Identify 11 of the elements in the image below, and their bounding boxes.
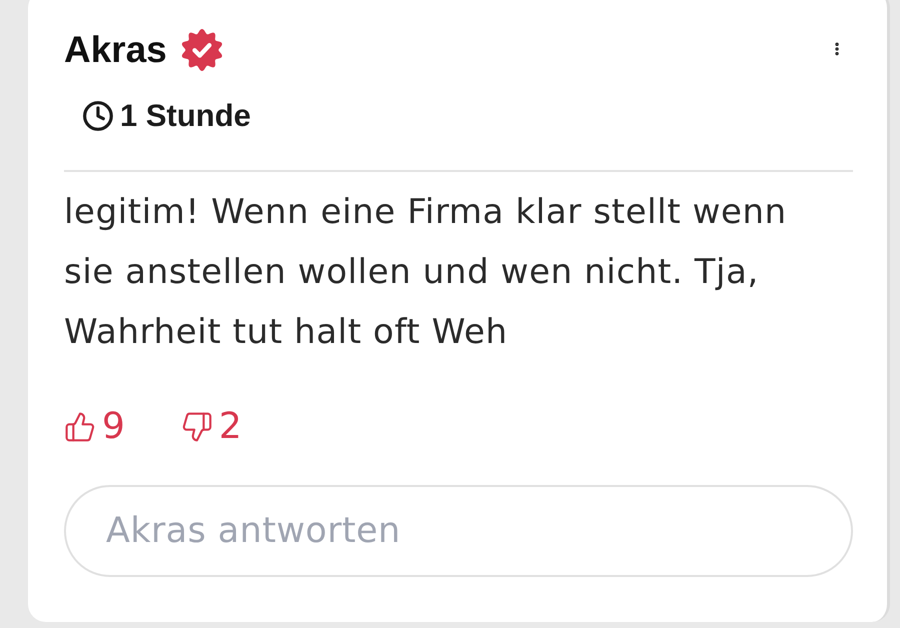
reply-input-field[interactable]: Akras antworten [64,485,853,577]
like-button[interactable]: 9 [64,406,125,447]
comment-text: legitim! Wenn eine Firma klar stellt wenn sie anstellen wollen und wen nicht. Tja, Wahrheit tut halt oft Weh [64,191,788,354]
thumbs-down-icon [180,410,213,442]
like-count: 9 [102,406,125,447]
clock-icon [82,100,114,132]
comment-time: 1 Stunde [120,98,251,134]
thumbs-up-icon [64,410,96,442]
author-name: Akras [64,28,167,72]
dislike-button[interactable]: 2 [180,406,242,447]
dislike-count: 2 [218,406,242,447]
